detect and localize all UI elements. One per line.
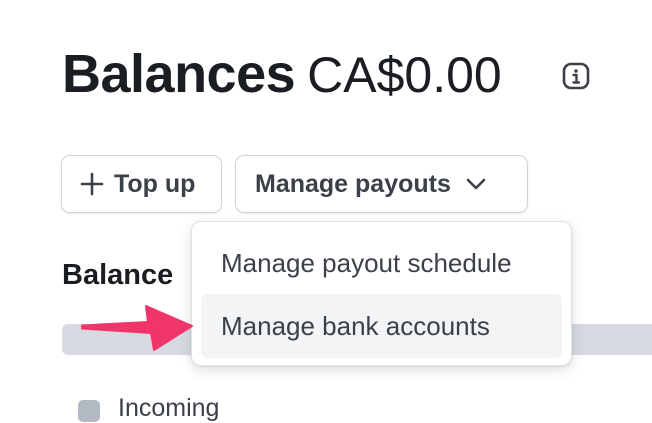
info-icon[interactable] <box>561 61 591 91</box>
legend-swatch-incoming <box>78 400 100 422</box>
pointer-arrow-icon <box>81 305 193 351</box>
plus-icon <box>80 172 104 196</box>
manage-payouts-dropdown: Manage payout schedule Manage bank accou… <box>191 221 572 366</box>
page-title: Balances CA$0.00 <box>62 40 502 108</box>
balance-amount: CA$0.00 <box>307 47 502 103</box>
top-up-button[interactable]: Top up <box>61 155 222 213</box>
manage-payouts-button[interactable]: Manage payouts <box>235 155 528 213</box>
page-title-text: Balances <box>62 44 296 104</box>
menu-item-manage-payout-schedule[interactable]: Manage payout schedule <box>201 231 562 295</box>
menu-item-manage-bank-accounts[interactable]: Manage bank accounts <box>201 294 562 358</box>
balance-section-heading: Balance <box>62 259 174 291</box>
manage-payouts-label: Manage payouts <box>255 169 451 198</box>
top-up-label: Top up <box>114 169 196 198</box>
chevron-down-icon <box>466 178 486 190</box>
legend-label-incoming: Incoming <box>118 394 220 422</box>
